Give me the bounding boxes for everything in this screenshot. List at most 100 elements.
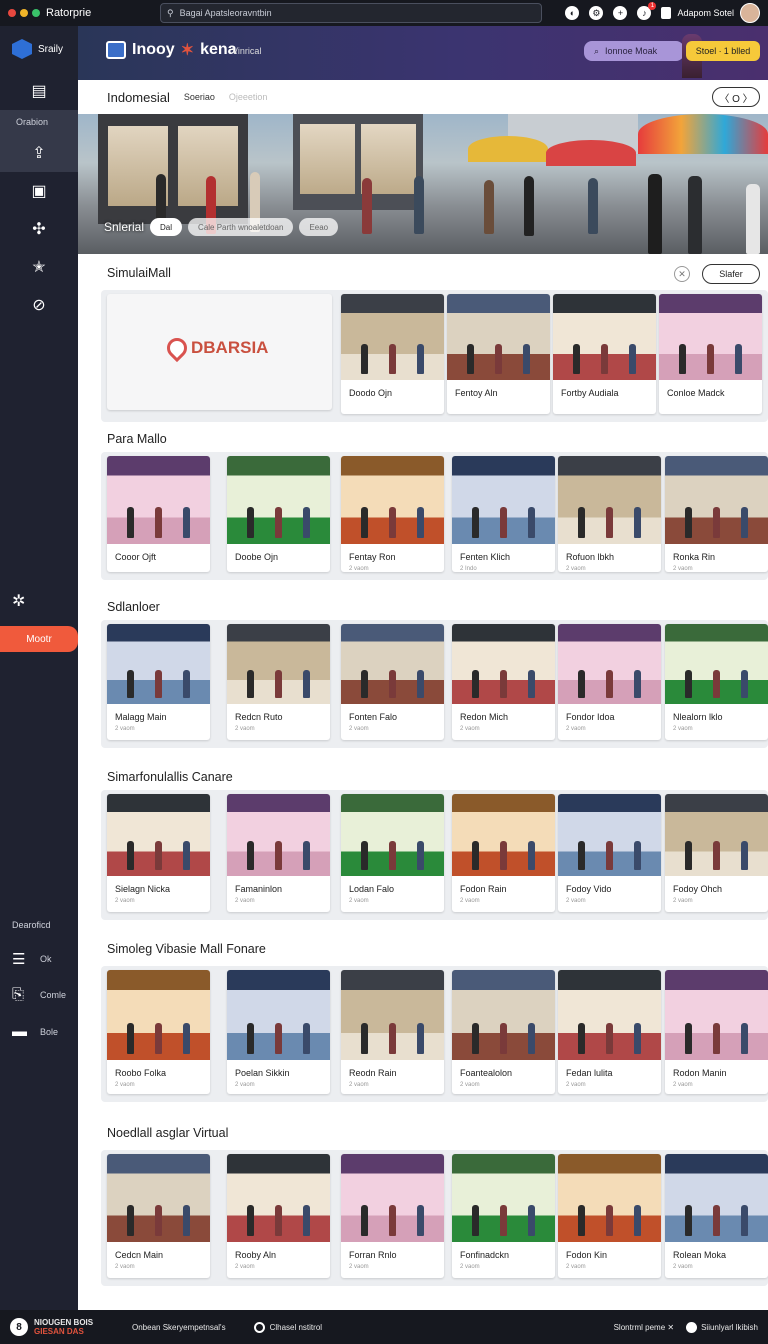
person-figure	[127, 841, 134, 870]
header-search-button[interactable]: ⌕ Ionnoe Moak	[584, 41, 684, 61]
document-icon[interactable]: ▤	[0, 72, 78, 110]
user-menu[interactable]: Adapom Sotel	[661, 3, 760, 23]
mall-card[interactable]: Fedan lulita 2 vaom	[558, 970, 661, 1094]
mall-card[interactable]: Fonten Falo 2 vaom	[341, 624, 444, 740]
card-title: Fortby Audiala	[561, 388, 619, 398]
person-figure	[275, 670, 282, 698]
chip-eeao[interactable]: Eeao	[299, 218, 339, 236]
mall-card[interactable]: Foantealolon 2 vaom	[452, 970, 555, 1094]
footer-right-1[interactable]: Slontrml peme ✕	[614, 1323, 675, 1332]
mall-card[interactable]: Poelan Sikkin 2 vaom	[227, 970, 330, 1094]
mall-card[interactable]: Fondor Idoa 2 vaom	[558, 624, 661, 740]
sidebar-item-label: Ok	[40, 954, 52, 964]
footer-link-1[interactable]: Onbean Skeryempetnsal's	[132, 1323, 226, 1332]
avatar[interactable]	[740, 3, 760, 23]
mall-card[interactable]: Famaninlon 2 vaom	[227, 794, 330, 912]
person-figure	[155, 670, 162, 698]
person-figure	[741, 1205, 748, 1236]
person-figure	[685, 1022, 692, 1054]
image-icon[interactable]: ▣	[0, 172, 78, 210]
mall-card[interactable]: Rolean Moka 2 vaom	[665, 1154, 768, 1278]
mall-card[interactable]: Conloe Madck	[659, 294, 762, 414]
section-actions: ✕ Slafer	[674, 264, 760, 284]
sidebar-item-comle[interactable]: ⎘ Comle	[12, 986, 66, 1003]
bell-icon[interactable]: ♪ 1	[637, 2, 657, 20]
chip-cale[interactable]: Cale Parth wnoaletdoan	[188, 218, 294, 236]
mall-card[interactable]: Fodoy Vido 2 vaom	[558, 794, 661, 912]
chip-dal[interactable]: Dal	[150, 218, 183, 236]
mall-card[interactable]: Rodon Manin 2 vaom	[665, 970, 768, 1094]
mall-card[interactable]: Reodn Rain 2 vaom	[341, 970, 444, 1094]
footer-brand-line2: GIESAN DAS	[34, 1327, 84, 1336]
tab-active[interactable]: Soeriao	[184, 92, 215, 102]
compass-icon[interactable]: ⊘	[0, 286, 78, 324]
mall-card[interactable]: Redon Mich 2 vaom	[452, 624, 555, 740]
card-thumbnail-image	[341, 970, 444, 1060]
puzzle-icon[interactable]: ✣	[0, 210, 78, 248]
upload-icon[interactable]: ⇪	[0, 134, 78, 172]
tab-inactive[interactable]: Ojeeetion	[229, 92, 268, 102]
mall-card[interactable]: Fodoy Ohch 2 vaom	[665, 794, 768, 912]
mall-card[interactable]: Rooby Aln 2 vaom	[227, 1154, 330, 1278]
mall-card[interactable]: Fortby Audiala	[553, 294, 656, 414]
person-figure	[578, 841, 585, 870]
carousel-control[interactable]: 〈 O 〉	[712, 87, 760, 107]
sidebar-item-ok[interactable]: ☰ Ok	[12, 950, 52, 968]
mall-card[interactable]: Doodo Ojn	[341, 294, 444, 414]
mall-card[interactable]: Rofuon lbkh 2 vaom	[558, 456, 661, 572]
footer-right-2[interactable]: Siiunlyarl lkibish	[686, 1321, 758, 1333]
mall-card[interactable]: Redcn Ruto 2 vaom	[227, 624, 330, 740]
person-figure	[573, 343, 580, 374]
sidebar-item-bole[interactable]: ▬ Bole	[12, 1023, 58, 1040]
mall-card[interactable]: Lodan Falo 2 vaom	[341, 794, 444, 912]
mall-card[interactable]: Doobe Ojn	[227, 456, 330, 572]
mall-card[interactable]: Fodon Rain 2 vaom	[452, 794, 555, 912]
new-button[interactable]: Mootr	[0, 626, 78, 652]
mall-card[interactable]: Fodon Kin 2 vaom	[558, 1154, 661, 1278]
mall-card[interactable]: Ronka Rin 2 vaom	[665, 456, 768, 572]
card-thumbnail-image	[227, 456, 330, 544]
mall-card[interactable]: Malagg Main 2 vaom	[107, 624, 210, 740]
person-figure	[578, 1205, 585, 1236]
maximize-window-button[interactable]	[32, 9, 40, 17]
person-figure	[528, 507, 535, 538]
mall-card[interactable]: Fenten Klich 2 Indo	[452, 456, 555, 572]
card-thumbnail-image	[227, 1154, 330, 1242]
close-icon[interactable]: ✕	[674, 266, 690, 282]
add-icon[interactable]: +	[613, 6, 628, 20]
chat-icon[interactable]: ◐	[565, 6, 580, 20]
mall-card[interactable]: Cedcn Main 2 vaom	[107, 1154, 210, 1278]
person-figure	[127, 670, 134, 698]
close-window-button[interactable]	[8, 9, 16, 17]
logo-star-icon: ✶	[180, 42, 195, 59]
mall-card[interactable]: Sielagn Nicka 2 vaom	[107, 794, 210, 912]
footer-brand: NIOUGEN BOIS GIESAN DAS	[34, 1318, 104, 1336]
person-figure	[741, 1022, 748, 1054]
footer-link-2[interactable]: Clhasel nstitrol	[253, 1321, 322, 1333]
person-figure	[303, 841, 310, 870]
mall-card[interactable]: Roobo Folka 2 vaom	[107, 970, 210, 1094]
card-title: Redcn Ruto	[235, 712, 283, 722]
logo-text-left: Inooy	[132, 41, 175, 58]
address-bar[interactable]: ⚲ Bagai Apatsleoravntbin	[160, 3, 542, 23]
feature-brand-card[interactable]: DBARSIA	[107, 294, 332, 410]
person-figure	[578, 507, 585, 538]
mall-card[interactable]: Forran Rnlo 2 vaom	[341, 1154, 444, 1278]
person-figure	[275, 507, 282, 538]
card-subtitle: 2 vaom	[566, 898, 586, 904]
extensions-icon[interactable]: ✲	[0, 586, 78, 616]
mall-card[interactable]: Fonfinadckn 2 vaom	[452, 1154, 555, 1278]
person-figure	[500, 841, 507, 870]
minimize-window-button[interactable]	[20, 9, 28, 17]
mall-card[interactable]: Cooor Ojft	[107, 456, 210, 572]
filter-button[interactable]: Slafer	[702, 264, 760, 284]
mall-card[interactable]: Fentay Ron 2 vaom	[341, 456, 444, 572]
settings-icon[interactable]: ⚙	[589, 6, 604, 20]
site-logo[interactable]: Inooy ✶ kena	[106, 40, 237, 60]
status-badge[interactable]: Stoel ∙ 1 blled	[686, 41, 760, 61]
mall-card[interactable]: Nlealorn lklo 2 vaom	[665, 624, 768, 740]
sidebar-brand[interactable]: Sraily	[0, 26, 78, 72]
mall-card[interactable]: Fentoy Aln	[447, 294, 550, 414]
card-subtitle: 2 vaom	[673, 1264, 693, 1270]
star-icon[interactable]: ✭	[0, 248, 78, 286]
